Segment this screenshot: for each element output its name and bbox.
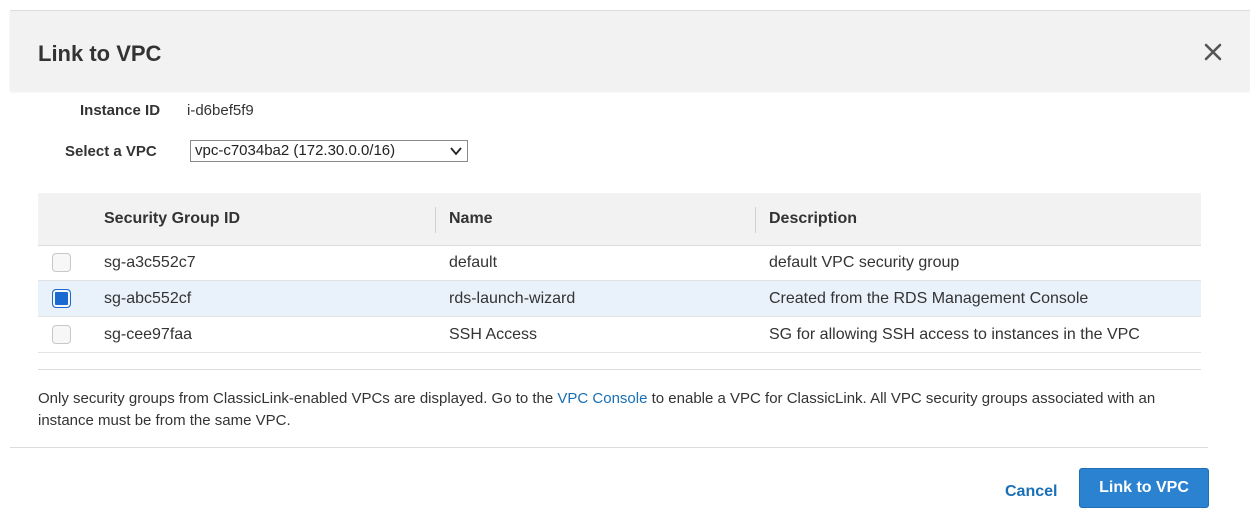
security-group-id-cell: sg-abc552cf (104, 290, 192, 307)
link-to-vpc-button[interactable]: Link to VPC (1079, 468, 1209, 508)
link-to-vpc-dialog: Link to VPC Instance ID i-d6bef5f9 Selec… (0, 0, 1250, 525)
column-header-name[interactable]: Name (435, 193, 755, 245)
vpc-select-value: vpc-c7034ba2 (172.30.0.0/16) (195, 142, 396, 159)
select-vpc-label: Select a VPC (65, 143, 157, 160)
row-checkbox[interactable] (52, 289, 71, 308)
table-row[interactable]: sg-cee97faa SSH Access SG for allowing S… (38, 317, 1201, 353)
name-cell: default (449, 254, 498, 271)
table-row[interactable]: sg-a3c552c7 default default VPC security… (38, 245, 1201, 281)
row-checkbox[interactable] (52, 253, 71, 272)
row-checkbox[interactable] (52, 325, 71, 344)
column-header-security-group-id[interactable]: Security Group ID (90, 193, 435, 245)
vpc-console-link[interactable]: VPC Console (557, 390, 647, 407)
footer-divider (10, 447, 1208, 448)
cancel-button[interactable]: Cancel (1005, 483, 1057, 501)
close-icon[interactable] (1202, 41, 1224, 63)
dialog-header: Link to VPC (10, 11, 1250, 91)
column-header-description[interactable]: Description (755, 193, 1201, 245)
security-group-id-cell: sg-cee97faa (104, 326, 193, 343)
table-header: Security Group ID Name Description (38, 193, 1201, 246)
instance-id-value: i-d6bef5f9 (187, 102, 254, 119)
description-cell: Created from the RDS Management Console (769, 290, 1089, 307)
vpc-select[interactable]: vpc-c7034ba2 (172.30.0.0/16) (190, 140, 468, 162)
description-cell: SG for allowing SSH access to instances … (769, 326, 1140, 343)
dialog-title: Link to VPC (38, 41, 162, 66)
note-text-before: Only security groups from ClassicLink-en… (38, 390, 558, 407)
description-cell: default VPC security group (769, 254, 960, 271)
classiclink-note: Only security groups from ClassicLink-en… (38, 388, 1208, 432)
security-group-id-cell: sg-a3c552c7 (104, 254, 196, 271)
table-bottom-divider (38, 369, 1201, 370)
name-cell: SSH Access (449, 326, 538, 343)
table-row[interactable]: sg-abc552cf rds-launch-wizard Created fr… (38, 281, 1201, 317)
name-cell: rds-launch-wizard (449, 290, 576, 307)
chevron-down-icon (450, 147, 462, 156)
instance-id-label: Instance ID (80, 102, 161, 119)
